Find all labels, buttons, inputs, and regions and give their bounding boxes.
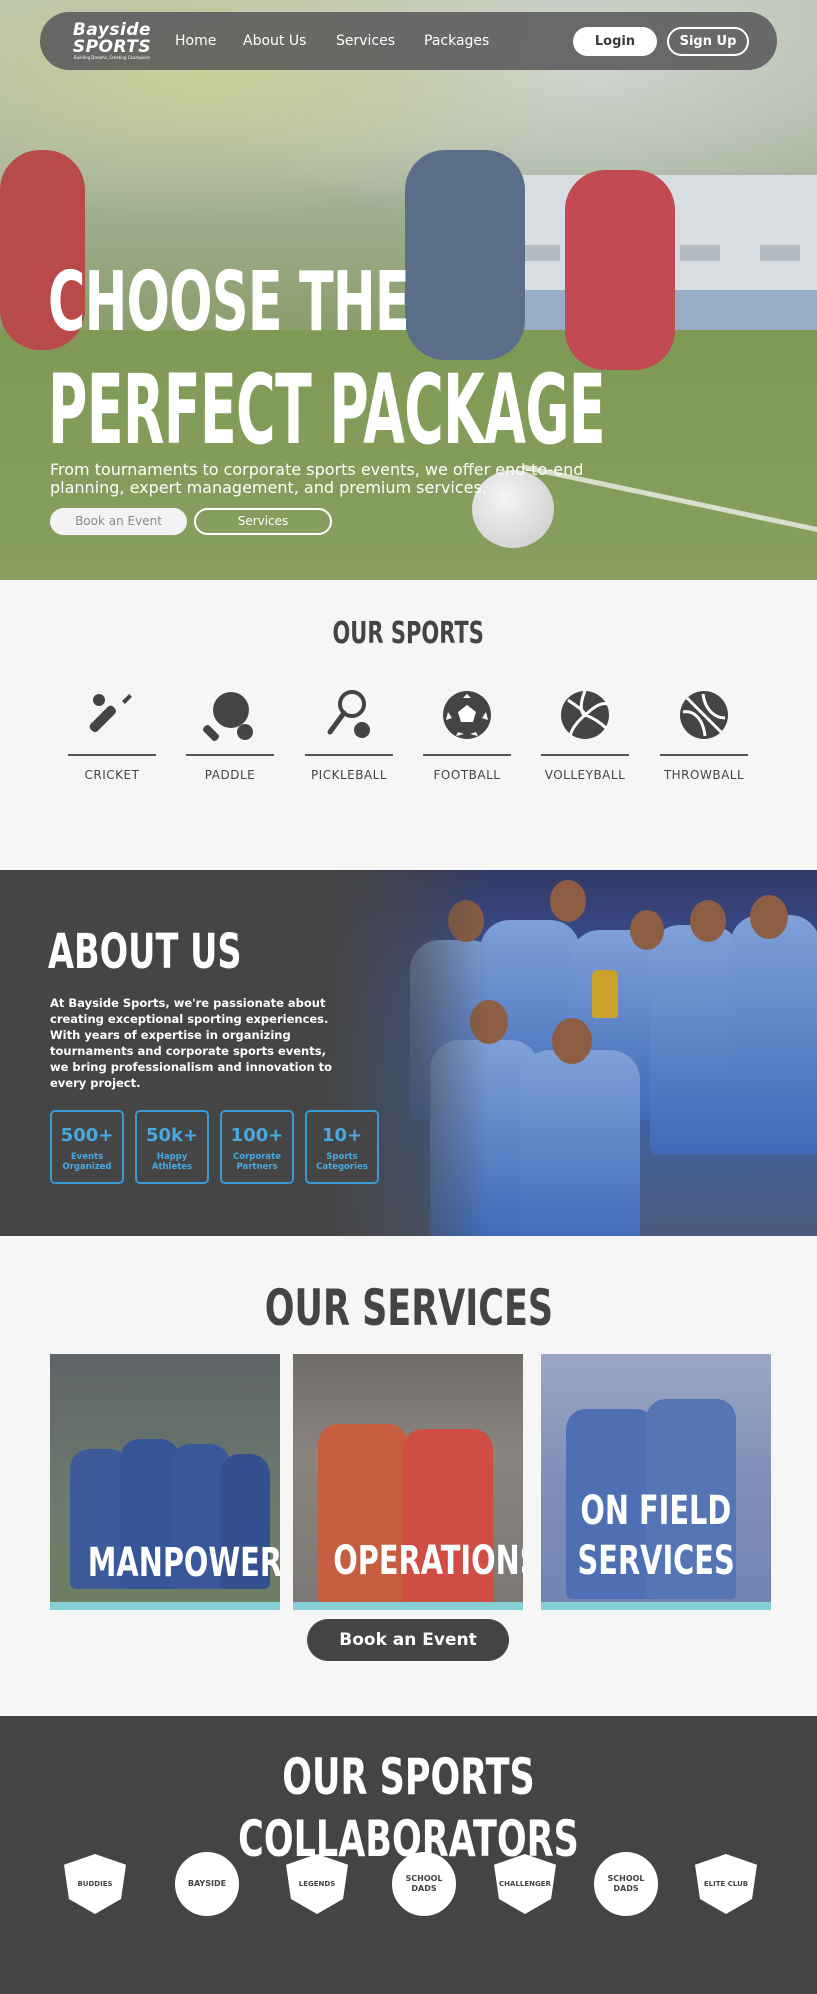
hero-section: Bayside SPORTS Building Dreams, Creating… [0, 0, 817, 580]
hero-title-line2: PERFECT PACKAGE [48, 354, 606, 466]
hero-subtitle: From tournaments to corporate sports eve… [50, 460, 584, 497]
throwball-icon [680, 691, 728, 739]
sport-paddle[interactable]: PADDLE [186, 688, 274, 782]
collaborator-logo-challenger[interactable]: CHALLENGER [485, 1846, 565, 1926]
services-section-title: OUR SERVICES [264, 1279, 553, 1337]
sport-cricket[interactable]: CRICKET [68, 688, 156, 782]
sport-throwball[interactable]: THROWBALL [660, 688, 748, 782]
stat-partners: 100+ Corporate Partners [220, 1110, 294, 1184]
nav-link-about[interactable]: About Us [243, 31, 306, 51]
sport-pickleball[interactable]: PICKLEBALL [305, 688, 393, 782]
book-event-button[interactable]: Book an Event [50, 508, 187, 535]
team-photo [330, 870, 817, 1236]
hero-player-image [405, 150, 525, 360]
nav-link-packages[interactable]: Packages [424, 31, 489, 51]
collaborator-logo-school-dads-2[interactable]: SCHOOL DADS [586, 1846, 666, 1926]
about-description: At Bayside Sports, we're passionate abou… [50, 996, 333, 1090]
collaborator-logo-elite-club[interactable]: ELITE CLUB [686, 1846, 766, 1926]
collaborator-logo-legends[interactable]: LEGENDS [277, 1846, 357, 1926]
hero-title-line1: CHOOSE THE [48, 255, 410, 350]
collaborator-logo-bayside[interactable]: BAYSIDE [167, 1846, 247, 1926]
pickleball-icon [327, 690, 370, 738]
nav-link-services[interactable]: Services [336, 31, 395, 51]
hero-player-image [565, 170, 675, 370]
sport-volleyball[interactable]: VOLLEYBALL [541, 688, 629, 782]
collaborator-logo-school-dads[interactable]: SCHOOL DADS [384, 1846, 464, 1926]
about-title: ABOUT US [48, 924, 242, 980]
signup-button[interactable]: Sign Up [667, 27, 749, 56]
sports-section-title: OUR SPORTS [332, 616, 485, 651]
stat-athletes: 50k+ Happy Athletes [135, 1110, 209, 1184]
volleyball-icon [561, 690, 609, 739]
collaborator-logo-buddies[interactable]: BUDDIES [55, 1846, 135, 1926]
trophy-image [592, 970, 618, 1018]
cricket-icon [89, 694, 132, 733]
service-card-on-field[interactable]: ON FIELD SERVICES [541, 1354, 771, 1610]
navbar: Bayside SPORTS Building Dreams, Creating… [40, 12, 777, 70]
stat-events: 500+ Events Organized [50, 1110, 124, 1184]
paddle-icon [203, 692, 253, 741]
bayside-sports-logo[interactable]: Bayside SPORTS Building Dreams, Creating… [72, 22, 152, 61]
book-event-button-services[interactable]: Book an Event [307, 1619, 509, 1661]
login-button[interactable]: Login [573, 27, 657, 56]
service-card-operations[interactable]: OPERATIONS [293, 1354, 523, 1610]
football-icon [443, 691, 491, 739]
services-button[interactable]: Services [194, 508, 332, 535]
service-card-manpower[interactable]: MANPOWER [50, 1354, 280, 1610]
sport-football[interactable]: FOOTBALL [423, 688, 511, 782]
nav-link-home[interactable]: Home [175, 31, 216, 51]
stat-categories: 10+ Sports Categories [305, 1110, 379, 1184]
